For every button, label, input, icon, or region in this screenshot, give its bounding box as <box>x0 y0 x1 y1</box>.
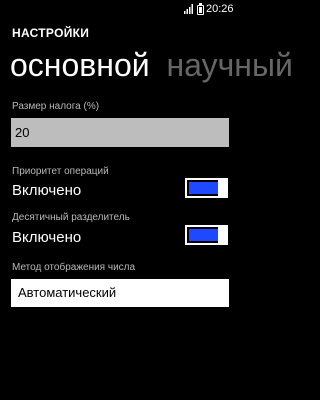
signal-icon <box>184 4 193 14</box>
tax-size-input[interactable]: 20 <box>11 118 229 147</box>
decimal-separator-toggle-thumb[interactable] <box>218 227 226 243</box>
decimal-separator-state: Включено <box>12 229 82 246</box>
operation-priority-label: Приоритет операций <box>12 166 109 177</box>
number-display-label: Метод отображения числа <box>12 262 136 273</box>
page-title: НАСТРОЙКИ <box>12 26 90 40</box>
operation-priority-toggle[interactable] <box>185 178 228 198</box>
pivot: основной научный <box>10 47 293 83</box>
operation-priority-state: Включено <box>12 182 82 199</box>
decimal-separator-toggle[interactable] <box>185 225 228 245</box>
tax-size-label: Размер налога (%) <box>12 101 100 112</box>
battery-icon <box>197 3 204 15</box>
number-display-dropdown[interactable]: Автоматический <box>11 279 229 307</box>
decimal-separator-toggle-fill <box>189 229 218 241</box>
tab-basic[interactable]: основной <box>10 47 150 83</box>
decimal-separator-label: Десятичный разделитель <box>12 212 130 223</box>
status-time: 20:26 <box>206 3 234 15</box>
operation-priority-toggle-thumb[interactable] <box>218 180 226 196</box>
tab-scientific[interactable]: научный <box>167 47 293 83</box>
status-bar: 20:26 <box>0 0 240 18</box>
operation-priority-toggle-fill <box>189 182 218 194</box>
